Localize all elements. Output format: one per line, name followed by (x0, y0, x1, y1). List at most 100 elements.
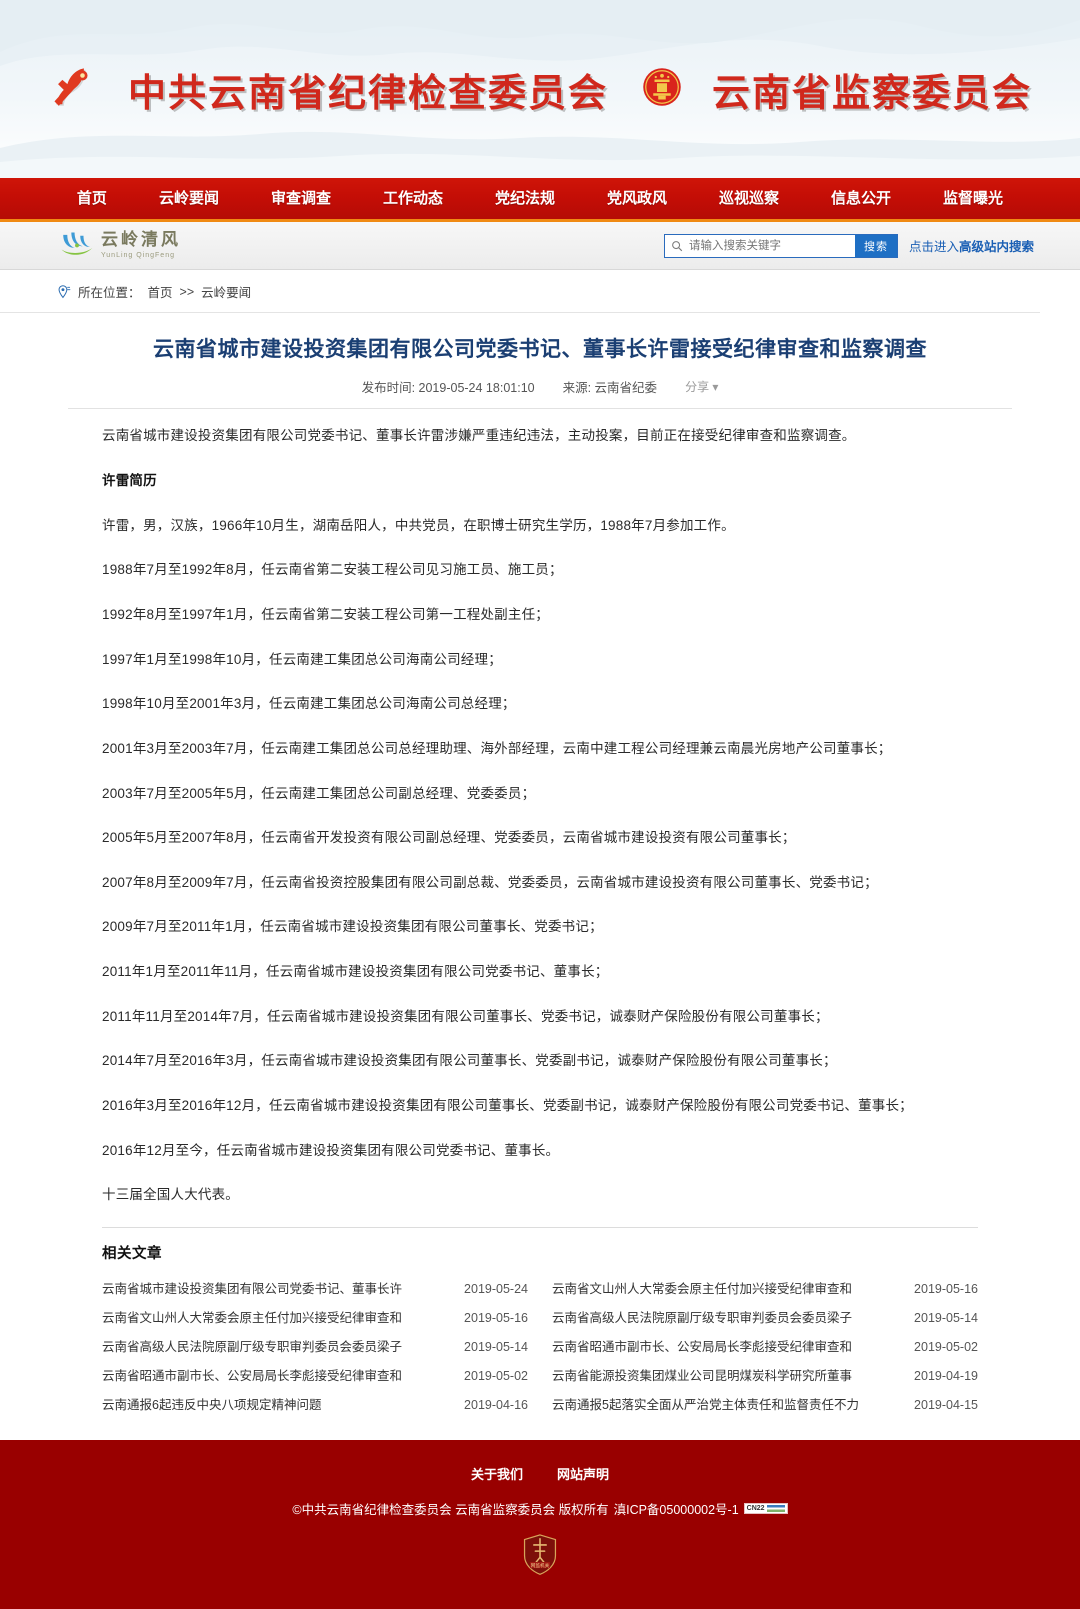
footer-link-statement[interactable]: 网站声明 (557, 1464, 609, 1483)
article-paragraph: 2009年7月至2011年1月，任云南省城市建设投资集团有限公司董事长、党委书记… (102, 919, 603, 935)
article-paragraph: 1998年10月至2001年3月，任云南建工集团总公司海南公司总经理； (102, 696, 516, 712)
article-source: 来源: 云南省纪委 (562, 381, 658, 396)
banner-title-left: 中共云南省纪律检查委员会 (127, 70, 608, 115)
related-article-title[interactable]: 云南省文山州人大常委会原主任付加兴接受纪律审查和 (102, 1307, 402, 1326)
related-article-date: 2019-05-24 (464, 1281, 528, 1296)
related-articles-grid: 云南省城市建设投资集团有限公司党委书记、董事长许 2019-05-24 云南省文… (102, 1273, 978, 1418)
yunling-qingfeng-logo-icon (60, 230, 94, 261)
related-articles: 相关文章 云南省城市建设投资集团有限公司党委书记、董事长许 2019-05-24… (102, 1226, 978, 1418)
nav-item-conduct[interactable]: 党风政风 (581, 178, 693, 219)
police-shield-badge-icon[interactable]: 网监机关 (523, 1534, 557, 1581)
article-paragraph: 1988年7月至1992年8月，任云南省第二安装工程公司见习施工员、施工员； (102, 562, 563, 578)
icp-badge-text: CN22 (746, 1504, 765, 1512)
article: 云南省城市建设投资集团有限公司党委书记、董事长许雷接受纪律审查和监察调查 发布时… (0, 313, 1080, 1418)
hammer-sickle-emblem-icon (48, 64, 94, 115)
breadcrumb-home-link[interactable]: 首页 (148, 282, 173, 301)
list-item[interactable]: 云南省昭通市副市长、公安局局长李彪接受纪律审查和 2019-05-02 (102, 1360, 528, 1389)
article-title: 云南省城市建设投资集团有限公司党委书记、董事长许雷接受纪律审查和监察调查 (153, 337, 927, 361)
related-article-date: 2019-05-02 (464, 1368, 528, 1383)
article-meta: 发布时间: 2019-05-24 18:01:10 来源: 云南省纪委 分享 ▾ (68, 364, 1012, 410)
search-input[interactable] (686, 234, 855, 257)
article-subheading: 许雷简历 (102, 473, 157, 489)
nav-item-inspect[interactable]: 巡视巡察 (693, 178, 805, 219)
related-article-date: 2019-04-19 (914, 1368, 978, 1383)
related-article-date: 2019-04-15 (914, 1397, 978, 1412)
related-article-title[interactable]: 云南省高级人民法院原副厅级专职审判委员会委员梁子 (552, 1307, 852, 1326)
related-article-title[interactable]: 云南省高级人民法院原副厅级专职审判委员会委员梁子 (102, 1336, 402, 1355)
share-dropdown[interactable]: 分享 ▾ (685, 378, 718, 395)
list-item[interactable]: 云南省城市建设投资集团有限公司党委书记、董事长许 2019-05-24 (102, 1273, 528, 1302)
related-article-title[interactable]: 云南通报6起违反中央八项规定精神问题 (102, 1394, 321, 1413)
search-button[interactable]: 搜索 (854, 234, 897, 257)
related-article-title[interactable]: 云南省昭通市副市长、公安局局长李彪接受纪律审查和 (552, 1336, 852, 1355)
related-article-date: 2019-05-02 (914, 1339, 978, 1354)
article-paragraph: 云南省城市建设投资集团有限公司党委书记、董事长许雷涉嫌严重违纪违法，主动投案，目… (102, 428, 856, 444)
article-paragraph: 2016年12月至今，任云南省城市建设投资集团有限公司党委书记、董事长。 (102, 1142, 560, 1158)
related-article-date: 2019-05-16 (464, 1310, 528, 1325)
nav-item-review[interactable]: 审查调查 (245, 178, 357, 219)
related-articles-heading: 相关文章 (102, 1245, 162, 1262)
breadcrumb-separator: >> (179, 284, 195, 299)
article-paragraph: 十三届全国人大代表。 (102, 1187, 239, 1203)
related-article-title[interactable]: 云南省文山州人大常委会原主任付加兴接受纪律审查和 (552, 1278, 852, 1297)
article-paragraph: 2014年7月至2016年3月，任云南省城市建设投资集团有限公司董事长、党委副书… (102, 1053, 837, 1069)
list-item[interactable]: 云南省文山州人大常委会原主任付加兴接受纪律审查和 2019-05-16 (552, 1273, 978, 1302)
list-item[interactable]: 云南省高级人民法院原副厅级专职审判委员会委员梁子 2019-05-14 (102, 1331, 528, 1360)
breadcrumb-label: 所在位置： (78, 286, 141, 300)
nav-item-work[interactable]: 工作动态 (357, 178, 469, 219)
search-icon (665, 235, 687, 257)
advanced-search-strong: 高级站内搜索 (958, 240, 1034, 254)
icp-badge-stripes (766, 1504, 785, 1512)
article-paragraph: 2016年3月至2016年12月，任云南省城市建设投资集团有限公司董事长、党委副… (102, 1098, 913, 1113)
site-logo-name-en: YunLing QingFeng (101, 252, 175, 259)
article-paragraph: 1997年1月至1998年10月，任云南建工集团总公司海南公司经理； (102, 651, 502, 667)
related-article-date: 2019-05-14 (914, 1310, 978, 1325)
list-item[interactable]: 云南省能源投资集团煤业公司昆明煤炭科学研究所董事 2019-04-19 (552, 1360, 978, 1389)
site-logo-name-cn: 云岭清风 (101, 230, 181, 250)
article-paragraph: 许雷，男，汉族，1966年10月生，湖南岳阳人，中共党员，在职博士研究生学历，1… (102, 517, 735, 533)
page-root: 中共云南省纪律检查委员会 云南省监察委员会 首页 云岭要闻 审查调查 工作动态 … (0, 0, 1080, 1609)
footer-copyright: ©中共云南省纪律检查委员会 云南省监察委员会 版权所有 滇ICP备0500000… (0, 1499, 1080, 1518)
site-logo[interactable]: 云岭清风 YunLing QingFeng (60, 230, 181, 261)
article-body: 云南省城市建设投资集团有限公司党委书记、董事长许雷涉嫌严重违纪违法，主动投案，目… (68, 409, 1012, 1208)
related-article-title[interactable]: 云南省城市建设投资集团有限公司党委书记、董事长许 (102, 1278, 402, 1297)
advanced-search-link[interactable]: 点击进入高级站内搜索 (909, 236, 1034, 255)
article-paragraph: 1992年8月至1997年1月，任云南省第二安装工程公司第一工程处副主任； (102, 606, 549, 622)
advanced-search-prefix: 点击进入 (908, 240, 959, 254)
search-box: 搜索 (663, 233, 898, 258)
banner-title-right: 云南省监察委员会 (712, 70, 1033, 115)
article-publish-time: 发布时间: 2019-05-24 18:01:10 (361, 381, 535, 396)
nav-item-yunling[interactable]: 云岭要闻 (133, 178, 245, 219)
breadcrumb: 所在位置： 首页 >> 云岭要闻 (0, 270, 1040, 313)
related-article-title[interactable]: 云南省昭通市副市长、公安局局长李彪接受纪律审查和 (102, 1365, 402, 1384)
location-pin-icon (58, 284, 71, 299)
copyright-text: ©中共云南省纪律检查委员会 云南省监察委员会 版权所有 (292, 1502, 609, 1517)
breadcrumb-current-link[interactable]: 云岭要闻 (201, 282, 251, 301)
nav-item-home[interactable]: 首页 (51, 178, 133, 219)
article-paragraph: 2003年7月至2005年5月，任云南建工集团总公司副总经理、党委委员； (102, 785, 536, 801)
main-navigation: 首页 云岭要闻 审查调查 工作动态 党纪法规 党风政风 巡视巡察 信息公开 监督… (0, 178, 1080, 222)
list-item[interactable]: 云南通报6起违反中央八项规定精神问题 2019-04-16 (102, 1389, 528, 1418)
related-article-title[interactable]: 云南通报5起落实全面从严治党主体责任和监督责任不力 (552, 1394, 859, 1413)
related-article-date: 2019-04-16 (464, 1397, 528, 1412)
article-paragraph: 2011年1月至2011年11月，任云南省城市建设投资集团有限公司党委书记、董事… (102, 964, 609, 980)
list-item[interactable]: 云南省高级人民法院原副厅级专职审判委员会委员梁子 2019-05-14 (552, 1302, 978, 1331)
article-paragraph: 2011年11月至2014年7月，任云南省城市建设投资集团有限公司董事长、党委书… (102, 1008, 829, 1024)
icp-number[interactable]: 滇ICP备05000002号-1 (614, 1499, 739, 1518)
article-paragraph: 2005年5月至2007年8月，任云南省开发投资有限公司副总经理、党委委员，云南… (102, 830, 796, 846)
icp-badge-icon[interactable]: CN22 (743, 1502, 788, 1514)
footer-links: 关于我们 网站声明 (0, 1464, 1080, 1483)
related-article-date: 2019-05-16 (914, 1281, 978, 1296)
list-item[interactable]: 云南省文山州人大常委会原主任付加兴接受纪律审查和 2019-05-16 (102, 1302, 528, 1331)
list-item[interactable]: 云南通报5起落实全面从严治党主体责任和监督责任不力 2019-04-15 (552, 1389, 978, 1418)
search-bar: 云岭清风 YunLing QingFeng 搜索 点击进入高级站内搜索 (0, 222, 1080, 270)
site-banner: 中共云南省纪律检查委员会 云南省监察委员会 (0, 0, 1080, 178)
nav-item-openinfo[interactable]: 信息公开 (805, 178, 917, 219)
nav-item-exposure[interactable]: 监督曝光 (917, 178, 1029, 219)
article-paragraph: 2001年3月至2003年7月，任云南建工集团总公司总经理助理、海外部经理，云南… (102, 740, 892, 756)
list-item[interactable]: 云南省昭通市副市长、公安局局长李彪接受纪律审查和 2019-05-02 (552, 1331, 978, 1360)
site-footer: 关于我们 网站声明 ©中共云南省纪律检查委员会 云南省监察委员会 版权所有 滇I… (0, 1439, 1080, 1609)
nav-item-rules[interactable]: 党纪法规 (469, 178, 581, 219)
related-article-title[interactable]: 云南省能源投资集团煤业公司昆明煤炭科学研究所董事 (552, 1365, 852, 1384)
footer-link-about[interactable]: 关于我们 (471, 1464, 523, 1483)
